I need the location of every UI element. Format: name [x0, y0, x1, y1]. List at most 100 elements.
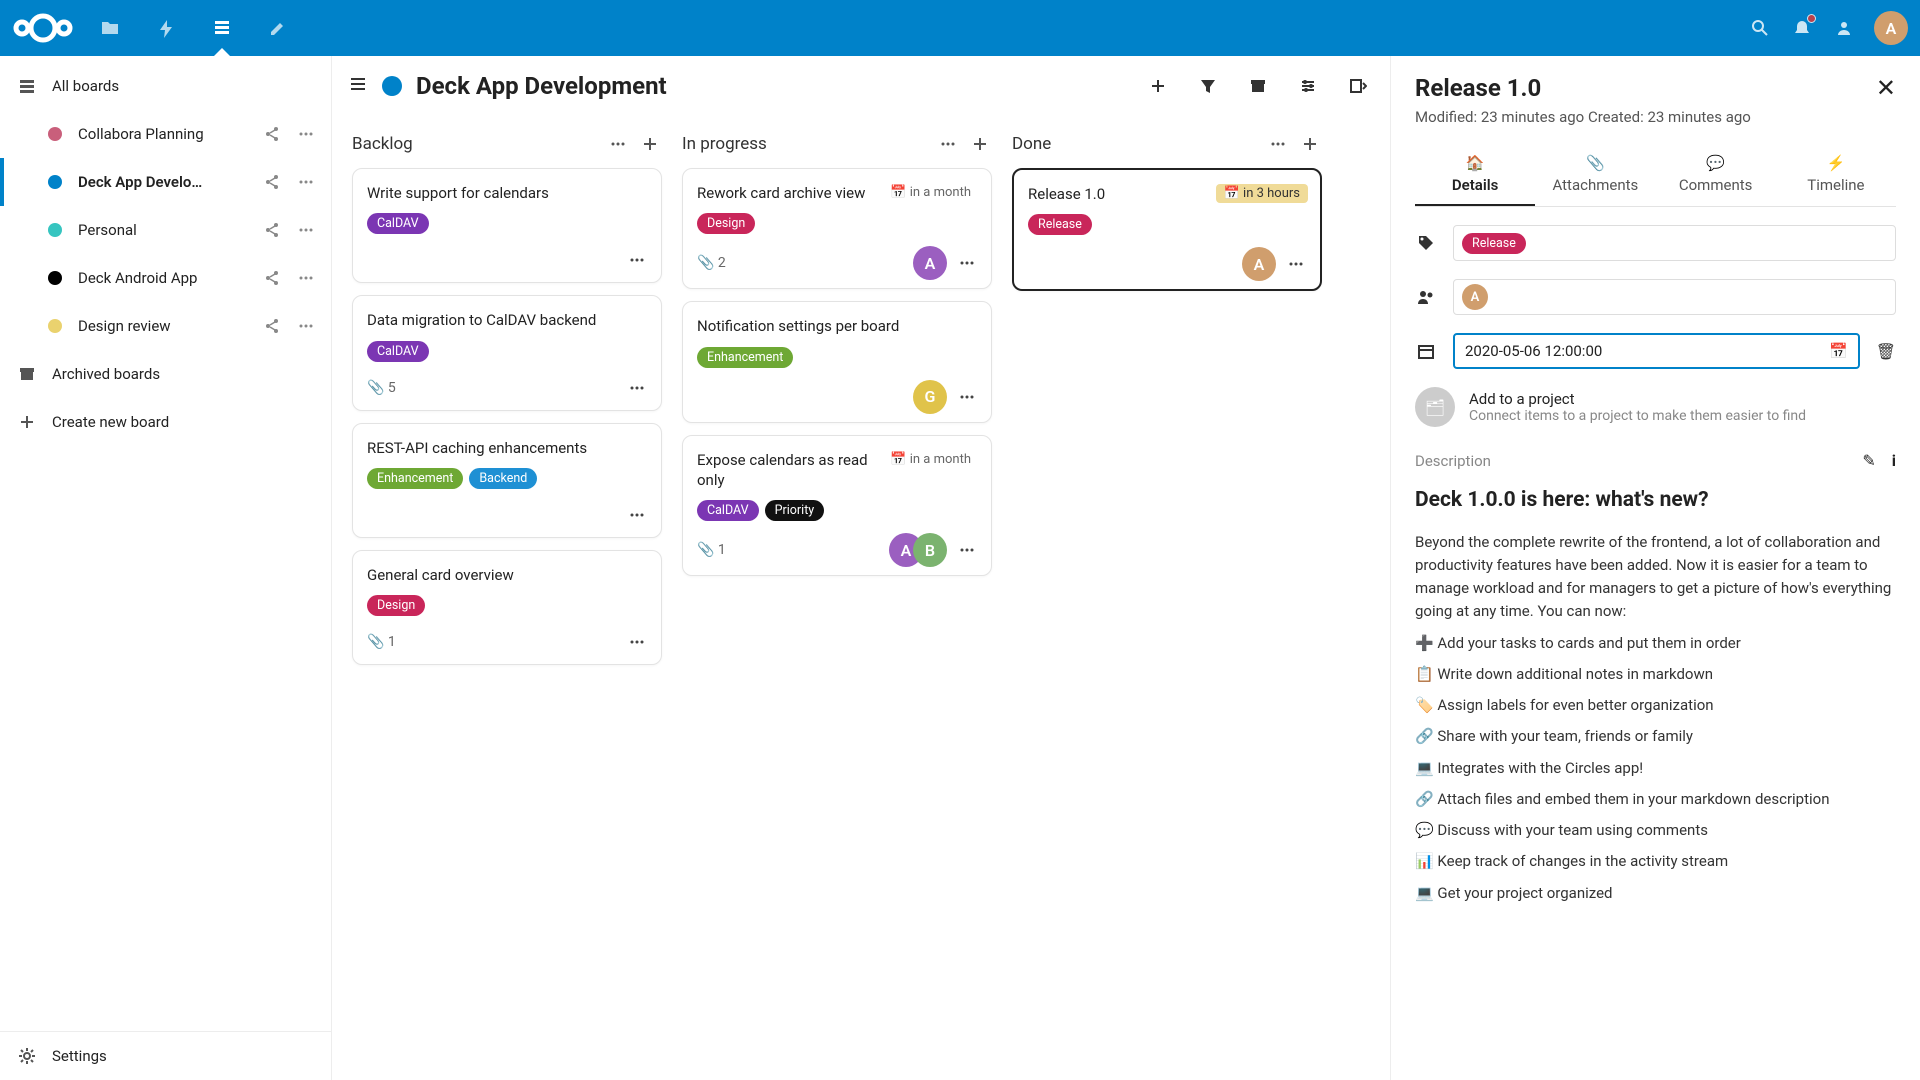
settings[interactable]: Settings [0, 1032, 331, 1080]
card-more-button[interactable] [1284, 252, 1308, 276]
card-more-button[interactable] [625, 630, 649, 654]
avatar[interactable]: G [913, 380, 947, 414]
tab-timeline[interactable]: ⚡Timeline [1776, 154, 1896, 206]
user-menu[interactable]: A [1874, 11, 1908, 45]
card[interactable]: Data migration to CalDAV backend CalDAV … [352, 295, 662, 410]
due-badge: 📅 in 3 hours [1216, 184, 1308, 203]
stack: Done Release 1.0📅 in 3 hours Release A [1012, 120, 1322, 303]
card-more-button[interactable] [955, 538, 979, 562]
share-icon[interactable] [261, 219, 283, 241]
share-icon[interactable] [261, 123, 283, 145]
card[interactable]: Release 1.0📅 in 3 hours Release A [1012, 168, 1322, 291]
board-header: Deck App Development [332, 56, 1390, 116]
assignees: AB [889, 533, 947, 567]
stack-more-button[interactable] [1266, 132, 1290, 156]
folder-icon [100, 18, 120, 38]
sidebar-board-item[interactable]: Collabora Planning [30, 110, 331, 158]
card[interactable]: General card overview Design 📎 1 [352, 550, 662, 665]
app-logo[interactable] [12, 11, 74, 45]
add-card-button[interactable] [1298, 132, 1322, 156]
sidebar-board-item[interactable]: Deck Android App [30, 254, 331, 302]
more-icon[interactable] [295, 267, 317, 289]
clear-date-button[interactable]: 🗑 [1876, 342, 1896, 361]
tab-comments[interactable]: 💬Comments [1656, 154, 1776, 206]
add-stack-button[interactable] [1146, 74, 1170, 98]
archive-button[interactable] [1246, 74, 1270, 98]
card-title: Notification settings per board [697, 316, 979, 336]
more-icon[interactable] [295, 315, 317, 337]
archived-boards[interactable]: Archived boards [0, 350, 331, 398]
share-icon[interactable] [261, 171, 283, 193]
more-icon[interactable] [295, 171, 317, 193]
filter-button[interactable] [1196, 74, 1220, 98]
sidebar-board-item[interactable]: Deck App Develo… [30, 158, 331, 206]
card-more-button[interactable] [625, 248, 649, 272]
details-tabs: 🏠Details 📎Attachments 💬Comments ⚡Timelin… [1415, 154, 1896, 207]
search-button[interactable] [1748, 16, 1772, 40]
card-more-button[interactable] [955, 251, 979, 275]
sidebar-board-item[interactable]: Personal [30, 206, 331, 254]
board-area: Deck App Development Backlog Write suppo… [332, 56, 1390, 1080]
card[interactable]: Rework card archive view📅 in a month Des… [682, 168, 992, 289]
details-toggle-button[interactable] [1346, 74, 1370, 98]
card[interactable]: REST-API caching enhancements Enhancemen… [352, 423, 662, 538]
description-item: 🔗 Attach files and embed them in your ma… [1415, 788, 1896, 811]
assignee-avatar[interactable]: A [1462, 284, 1488, 310]
due-date-input[interactable]: 2020-05-06 12:00:00 📅 [1453, 333, 1860, 369]
sidebar: All boards Collabora Planning Deck App D… [0, 56, 332, 1080]
home-icon: 🏠 [1415, 154, 1535, 172]
edit-description-button[interactable]: ✎ [1862, 451, 1875, 470]
notifications-button[interactable] [1790, 16, 1814, 40]
nav-notes[interactable] [250, 0, 306, 56]
assignees: G [913, 380, 947, 414]
add-project[interactable]: 🗂 Add to a project Connect items to a pr… [1415, 387, 1896, 427]
add-card-button[interactable] [638, 132, 662, 156]
card[interactable]: Write support for calendars CalDAV [352, 168, 662, 283]
assignees-field[interactable]: A [1453, 279, 1896, 315]
nav-files[interactable] [82, 0, 138, 56]
card-more-button[interactable] [625, 503, 649, 527]
tags-field[interactable]: Release [1453, 225, 1896, 261]
avatar[interactable]: A [1242, 247, 1276, 281]
card-title: Rework card archive view [697, 183, 874, 203]
create-label: Create new board [52, 413, 317, 431]
more-icon[interactable] [295, 219, 317, 241]
close-button[interactable]: ✕ [1876, 74, 1896, 102]
avatar[interactable]: B [913, 533, 947, 567]
project-subtitle: Connect items to a project to make them … [1469, 408, 1806, 424]
tab-attachments[interactable]: 📎Attachments [1535, 154, 1655, 206]
settings-label: Settings [52, 1047, 317, 1065]
share-icon[interactable] [261, 267, 283, 289]
share-icon[interactable] [261, 315, 283, 337]
board-name: Personal [78, 221, 245, 239]
card-label: Priority [765, 500, 825, 521]
avatar[interactable]: A [913, 246, 947, 280]
bolt-icon [156, 18, 176, 38]
stack-more-button[interactable] [606, 132, 630, 156]
tag-icon [1415, 234, 1437, 252]
description-info-button[interactable]: i [1892, 451, 1896, 470]
tag-release[interactable]: Release [1462, 233, 1526, 254]
nav-toggle[interactable] [348, 74, 368, 98]
nav-activity[interactable] [138, 0, 194, 56]
date-picker-icon[interactable]: 📅 [1829, 342, 1848, 360]
more-icon[interactable] [295, 123, 317, 145]
card[interactable]: Notification settings per board Enhancem… [682, 301, 992, 422]
add-card-button[interactable] [968, 132, 992, 156]
all-boards[interactable]: All boards [0, 62, 331, 110]
contacts-button[interactable] [1832, 16, 1856, 40]
sliders-button[interactable] [1296, 74, 1320, 98]
sidebar-board-item[interactable]: Design review [30, 302, 331, 350]
assignees: A [913, 246, 947, 280]
card-more-button[interactable] [625, 376, 649, 400]
card-more-button[interactable] [955, 385, 979, 409]
description-item: 💬 Discuss with your team using comments [1415, 819, 1896, 842]
card-title: Write support for calendars [367, 183, 649, 203]
tab-details[interactable]: 🏠Details [1415, 154, 1535, 206]
stack-title: Done [1012, 134, 1258, 154]
stack-more-button[interactable] [936, 132, 960, 156]
nav-deck[interactable] [194, 0, 250, 56]
comment-icon: 💬 [1656, 154, 1776, 172]
create-board[interactable]: Create new board [0, 398, 331, 446]
card[interactable]: Expose calendars as read only📅 in a mont… [682, 435, 992, 577]
